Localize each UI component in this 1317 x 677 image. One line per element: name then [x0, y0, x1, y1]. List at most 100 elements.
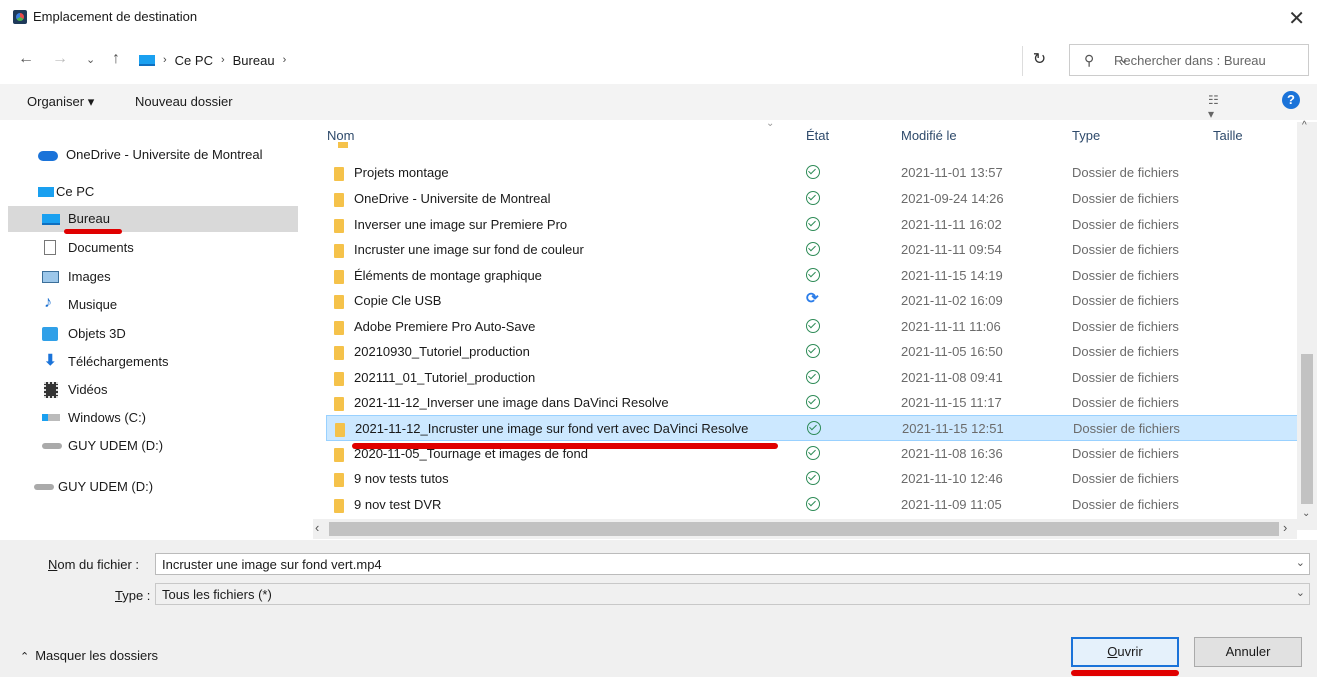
file-type: Dossier de fichiers: [1072, 446, 1179, 461]
sidebar-item-guy-udem-d[interactable]: GUY UDEM (D:): [8, 433, 298, 459]
usb-drive-icon: [42, 443, 62, 449]
sidebar-item-musique[interactable]: ♪ Musique: [8, 292, 298, 318]
search-input[interactable]: ⚲ Rechercher dans : Bureau: [1069, 44, 1309, 76]
sidebar-item-ce-pc[interactable]: Ce PC: [8, 179, 298, 205]
sidebar-item-images[interactable]: Images: [8, 264, 298, 290]
modified-date: 2021-11-15 11:17: [901, 395, 1002, 410]
sidebar-item-label: Documents: [68, 240, 134, 255]
help-icon[interactable]: ?: [1282, 91, 1300, 109]
synced-check-icon: [806, 446, 820, 460]
table-row[interactable]: Projets montage 2021-11-01 13:57 Dossier d…: [326, 160, 1298, 186]
sidebar-item-windows-c[interactable]: Windows (C:): [8, 405, 298, 431]
file-type: Dossier de fichiers: [1073, 421, 1180, 436]
computer-icon: [38, 187, 54, 197]
chevron-down-icon[interactable]: ⌄: [1296, 556, 1305, 569]
title-bar: Emplacement de destination ✕: [0, 0, 1317, 36]
address-bar[interactable]: › Ce PC › Bureau › ⌄: [132, 44, 1129, 76]
computer-icon: [139, 54, 155, 66]
scrollbar-thumb[interactable]: [1301, 354, 1313, 504]
view-options-icon[interactable]: ☷ ▾: [1208, 93, 1224, 121]
file-name: 2021-11-12_Inverser une image dans DaVin…: [354, 395, 669, 410]
column-header-size[interactable]: Taille: [1213, 128, 1243, 143]
file-type: Dossier de fichiers: [1072, 242, 1179, 257]
partially-scrolled-row: [338, 142, 1298, 148]
recent-locations-chevron-icon[interactable]: ⌄: [86, 53, 95, 66]
cube-icon: [42, 327, 58, 341]
table-row[interactable]: Inverser une image sur Premiere Pro 2021-…: [326, 212, 1298, 238]
modified-date: 2021-11-08 16:36: [901, 446, 1003, 461]
folder-icon: [335, 423, 345, 437]
file-type: Dossier de fichiers: [1072, 268, 1179, 283]
forward-arrow-icon[interactable]: →: [52, 50, 68, 68]
filename-value: Incruster une image sur fond vert.mp4: [162, 557, 382, 572]
table-row[interactable]: Incruster une image sur fond de couleur 2…: [326, 237, 1298, 263]
scroll-left-icon[interactable]: ‹: [315, 520, 319, 535]
scroll-up-icon[interactable]: ^: [1302, 120, 1307, 131]
table-row[interactable]: 20210930_Tutoriel_production 2021-11-05 1…: [326, 339, 1298, 365]
chevron-up-icon: ⌃: [20, 651, 30, 663]
file-name: Projets montage: [354, 165, 449, 180]
chevron-right-icon[interactable]: ›: [163, 54, 167, 66]
file-name: Copie Cle USB: [354, 293, 442, 308]
table-row[interactable]: 9 nov tests tutos 2021-11-10 12:46 Dossier…: [326, 466, 1298, 492]
back-arrow-icon[interactable]: ←: [18, 50, 34, 68]
column-header-type[interactable]: Type: [1072, 128, 1100, 143]
table-row[interactable]: OneDrive - Universite de Montreal 2021-09…: [326, 186, 1298, 212]
horizontal-scrollbar[interactable]: ‹ ›: [313, 519, 1297, 539]
hide-folders-toggle[interactable]: ⌃ Masquer les dossiers: [20, 648, 158, 663]
sidebar-item-telechargements[interactable]: ⬇ Téléchargements: [8, 349, 298, 375]
column-header-name[interactable]: Nom: [327, 128, 354, 143]
chevron-right-icon[interactable]: ›: [283, 54, 287, 66]
synced-check-icon: [806, 344, 820, 358]
sidebar-item-documents[interactable]: Documents: [8, 235, 298, 261]
table-row[interactable]: 2021-11-12_Inverser une image dans DaVin…: [326, 390, 1298, 416]
file-name: 2021-11-12_Incruster une image sur fond …: [355, 421, 749, 436]
close-icon[interactable]: ✕: [1288, 6, 1305, 31]
column-header-status[interactable]: État: [806, 128, 829, 143]
usb-drive-icon: [34, 484, 54, 490]
synced-check-icon: [806, 319, 820, 333]
file-name: 9 nov test DVR: [354, 497, 442, 512]
scroll-right-icon[interactable]: ›: [1283, 520, 1287, 535]
breadcrumb-bureau[interactable]: Bureau: [233, 53, 275, 68]
table-row[interactable]: Éléments de montage graphique 2021-11-15 …: [326, 263, 1298, 289]
table-row[interactable]: 9 nov test DVR 2021-11-09 11:05 Dossier de…: [326, 492, 1298, 518]
open-button[interactable]: Ouvrir: [1071, 637, 1179, 667]
chevron-right-icon[interactable]: ›: [221, 54, 225, 66]
synced-check-icon: [807, 421, 821, 435]
vertical-scrollbar[interactable]: ^ ⌄: [1297, 120, 1317, 530]
chevron-down-icon[interactable]: ⌄: [1296, 586, 1305, 599]
window-title: Emplacement de destination: [33, 9, 198, 24]
scroll-down-icon[interactable]: ⌄: [1302, 508, 1310, 519]
table-row[interactable]: Adobe Premiere Pro Auto-Save 2021-11-11 1…: [326, 314, 1298, 340]
cancel-button[interactable]: Annuler: [1194, 637, 1302, 667]
file-type: Dossier de fichiers: [1072, 217, 1179, 232]
table-row[interactable]: 202111_01_Tutoriel_production 2021-11-08 …: [326, 365, 1298, 391]
modified-date: 2021-11-11 16:02: [901, 217, 1002, 232]
scrollbar-thumb[interactable]: [329, 522, 1279, 536]
modified-date: 2021-11-10 12:46: [901, 471, 1003, 486]
refresh-icon[interactable]: ↻: [1022, 46, 1056, 76]
breadcrumb-ce-pc[interactable]: Ce PC: [175, 53, 213, 68]
sidebar-item-guy-udem-d-root[interactable]: GUY UDEM (D:): [8, 474, 298, 500]
chevron-down-icon: ⌄: [766, 118, 775, 129]
folder-icon: [338, 142, 348, 148]
up-arrow-icon[interactable]: ↑: [112, 50, 120, 68]
modified-date: 2021-11-15 14:19: [901, 268, 1003, 283]
file-list: ⌄ Nom État Modifié le Type Taille Projet…: [310, 118, 1317, 540]
red-underline-annotation: [64, 229, 122, 234]
file-name: Éléments de montage graphique: [354, 268, 542, 283]
sidebar-item-videos[interactable]: Vidéos: [8, 377, 298, 403]
table-row-selected[interactable]: 2021-11-12_Incruster une image sur fond …: [326, 415, 1298, 441]
organize-button[interactable]: Organiser ▾: [27, 94, 94, 110]
sidebar-item-objets-3d[interactable]: Objets 3D: [8, 321, 298, 347]
red-underline-annotation: [1071, 670, 1179, 676]
new-folder-button[interactable]: Nouveau dossier: [135, 94, 233, 109]
sidebar-item-onedrive[interactable]: OneDrive - Universite de Montreal: [8, 142, 298, 168]
filename-input[interactable]: Incruster une image sur fond vert.mp4 ⌄: [155, 553, 1310, 575]
filetype-select[interactable]: Tous les fichiers (*) ⌄: [155, 583, 1310, 605]
column-header-modified[interactable]: Modifié le: [901, 128, 957, 143]
sidebar-item-label: GUY UDEM (D:): [58, 479, 154, 494]
sidebar-item-bureau[interactable]: Bureau: [8, 206, 298, 232]
table-row[interactable]: Copie Cle USB 2021-11-02 16:09 Dossier de …: [326, 288, 1298, 314]
